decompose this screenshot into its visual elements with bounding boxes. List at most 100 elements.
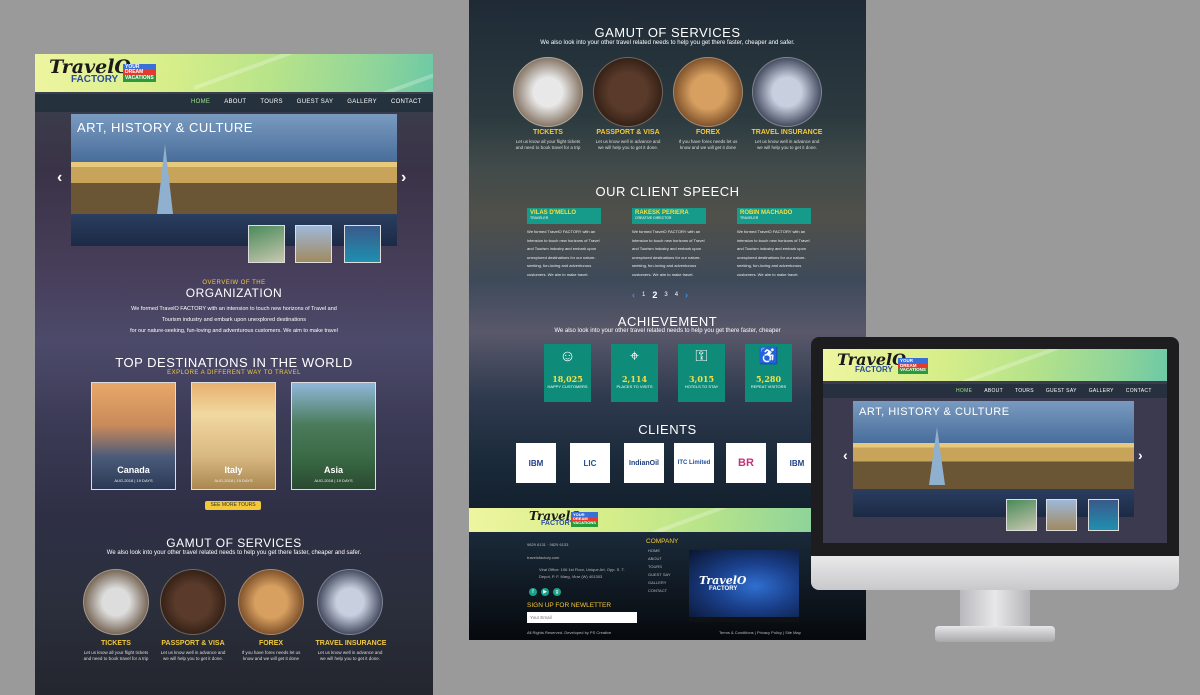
slider-prev-icon[interactable]: ‹ (57, 169, 62, 187)
client-logo-itc[interactable]: ITC Limited (674, 443, 714, 483)
nav-guest-say[interactable]: GUEST SAY (1046, 388, 1077, 394)
client-logo-ibm[interactable]: IBM (516, 443, 556, 483)
nav-about[interactable]: ABOUT (984, 388, 1003, 394)
client-logo-lic[interactable]: LIC (570, 443, 610, 483)
imac-chin (811, 556, 1179, 590)
site-logo[interactable]: TravelO FACTORY (837, 352, 906, 374)
slide-title: ART, HISTORY & CULTURE (859, 406, 1010, 418)
destination-card[interactable]: Italy AUG-2018 | 19 DAYS (191, 382, 276, 490)
video-controls[interactable] (689, 617, 799, 622)
footer-links: HOME ABOUT TOURS GUEST SAY GALLERY CONTA… (648, 547, 671, 595)
nav-gallery[interactable]: GALLERY (347, 99, 377, 105)
map-pin-icon: ⌖ (629, 348, 639, 365)
newsletter-email-input[interactable] (527, 612, 637, 623)
see-more-tours-button[interactable]: SEE MORE TOURS (205, 501, 261, 510)
slide-thumbnail[interactable] (248, 225, 285, 263)
travel-insurance-image (752, 57, 822, 127)
slide-thumbnail[interactable] (344, 225, 381, 263)
services-subtitle: We also look into your other travel rela… (540, 40, 795, 46)
traveler-icon: ♿ (758, 348, 779, 365)
pager-page-active[interactable]: 2 (652, 290, 657, 300)
footer-link[interactable]: GALLERY (648, 579, 671, 587)
google-plus-icon[interactable]: g (553, 588, 561, 596)
testimonial-card: RAKESK PERIERA CREATIVE DIRECTOR We forme… (632, 208, 706, 277)
pager-next-icon[interactable]: › (685, 290, 688, 300)
youtube-icon[interactable]: ▶ (541, 588, 549, 596)
main-nav: HOME ABOUT TOURS GUEST SAY GALLERY CONTA… (823, 384, 1167, 398)
pager-page[interactable]: 3 (664, 292, 667, 298)
video-player[interactable]: TravelO FACTORY (689, 550, 799, 622)
service-desc: Let us know well in advance and we will … (754, 139, 820, 150)
site-logo[interactable]: TravelO FACTORY (49, 58, 131, 85)
desktop-page-mockup: GAMUT OF SERVICES We also look into your… (469, 0, 866, 640)
tickets-image (83, 569, 149, 635)
achievement-card: ⚿ 3,015 HOTELS TO STAY (678, 344, 725, 402)
nav-contact[interactable]: CONTACT (1126, 388, 1152, 394)
destinations-title: TOP DESTINATIONS IN THE WORLD (115, 355, 353, 370)
achievement-subtitle: We also look into your other travel rela… (554, 328, 781, 334)
nav-gallery[interactable]: GALLERY (1089, 388, 1114, 394)
footer-link[interactable]: GUEST SAY (648, 571, 671, 579)
slide-thumbnail[interactable] (1046, 499, 1077, 531)
slider-prev-icon[interactable]: ‹ (843, 447, 848, 463)
footer-address: Viral Office: 106 1st Floor, Unique Art,… (539, 567, 625, 579)
footer-company-title: COMPANY (646, 538, 679, 545)
nav-guest-say[interactable]: GUEST SAY (297, 99, 334, 105)
client-logo-indianoil[interactable]: IndianOil (624, 443, 664, 483)
slider-next-icon[interactable]: › (1138, 447, 1143, 463)
nav-home[interactable]: HOME (191, 99, 210, 105)
mobile-page-mockup: TravelO FACTORY YOUR DREAM VACATIONS HOME … (35, 54, 433, 695)
footer-link[interactable]: TOURS (648, 563, 671, 571)
nav-about[interactable]: ABOUT (224, 99, 246, 105)
footer-email[interactable]: travelofactory.com (527, 554, 559, 562)
slide-thumbnail[interactable] (1006, 499, 1037, 531)
main-nav: HOME ABOUT TOURS GUEST SAY GALLERY CONTA… (35, 94, 433, 112)
slide-title: ART, HISTORY & CULTURE (77, 120, 253, 135)
service-title: TRAVEL INSURANCE (751, 129, 823, 136)
nav-tours[interactable]: TOURS (1015, 388, 1034, 394)
client-logo-br[interactable]: BR (726, 443, 766, 483)
imac-screen: TravelO FACTORY YOUR DREAM VACATIONS HOME … (823, 349, 1167, 543)
pager-page[interactable]: 4 (675, 292, 678, 298)
slider-next-icon[interactable]: › (401, 169, 406, 187)
footer-legal-links[interactable]: Terms & Conditions | Privacy Policy | Si… (719, 629, 801, 637)
footer-link[interactable]: CONTACT (648, 587, 671, 595)
destination-card[interactable]: Canada AUG-2018 | 19 DAYS (91, 382, 176, 490)
testimonials-title: OUR CLIENT SPEECH (595, 184, 740, 199)
service-desc: Let us know all your flight tickets and … (83, 650, 149, 661)
footer-logo-bar: TravelO FACTORY YOUR DREAM VACATIONS (469, 508, 866, 532)
service-title: TICKETS (101, 640, 131, 647)
logo-tagline: YOUR DREAM VACATIONS (898, 358, 928, 375)
slide-thumbnail[interactable] (295, 225, 332, 263)
site-header: TravelO FACTORY YOUR DREAM VACATIONS (823, 349, 1167, 381)
service-title: TRAVEL INSURANCE (315, 640, 387, 647)
destination-card[interactable]: Asia AUG-2018 | 19 DAYS (291, 382, 376, 490)
clients-title: CLIENTS (638, 422, 697, 437)
passport-image (593, 57, 663, 127)
hotel-key-icon: ⚿ (695, 348, 708, 365)
testimonial-pager: ‹ 1 2 3 4 › (632, 290, 688, 300)
smiley-icon: ☺ (559, 348, 576, 365)
service-title: FOREX (695, 129, 721, 136)
pager-page[interactable]: 1 (642, 292, 645, 298)
footer-phone: 9829 6131 · 9829 6133 (527, 542, 569, 547)
achievement-card: ⌖ 2,114 PLACES TO VISITS (611, 344, 658, 402)
slide-thumbnail[interactable] (1088, 499, 1119, 531)
facebook-icon[interactable]: f (529, 588, 537, 596)
logo-tagline: YOUR DREAM VACATIONS (123, 64, 156, 82)
video-logo: TravelO FACTORY (699, 574, 747, 592)
achievement-card: ♿ 5,280 REPEAT VISITORS (745, 344, 792, 402)
nav-tours[interactable]: TOURS (260, 99, 282, 105)
footer-link[interactable]: ABOUT (648, 555, 671, 563)
nav-home[interactable]: HOME (956, 388, 972, 394)
service-desc: Let us know well in advance and we will … (317, 650, 383, 661)
testimonial-card: VILAS D'MELLO TRAVELER We formed TravelO … (527, 208, 601, 277)
services-subtitle: We also look into your other travel rela… (106, 550, 362, 556)
nav-contact[interactable]: CONTACT (391, 99, 422, 105)
newsletter-title: SIGN UP FOR NEWLETTER (527, 602, 612, 609)
pager-prev-icon[interactable]: ‹ (632, 290, 635, 300)
service-title: PASSPORT & VISA (596, 129, 660, 136)
service-desc: Let us know all your flight tickets and … (515, 139, 581, 150)
service-desc: Let us know well in advance and we will … (160, 650, 226, 661)
footer-link[interactable]: HOME (648, 547, 671, 555)
